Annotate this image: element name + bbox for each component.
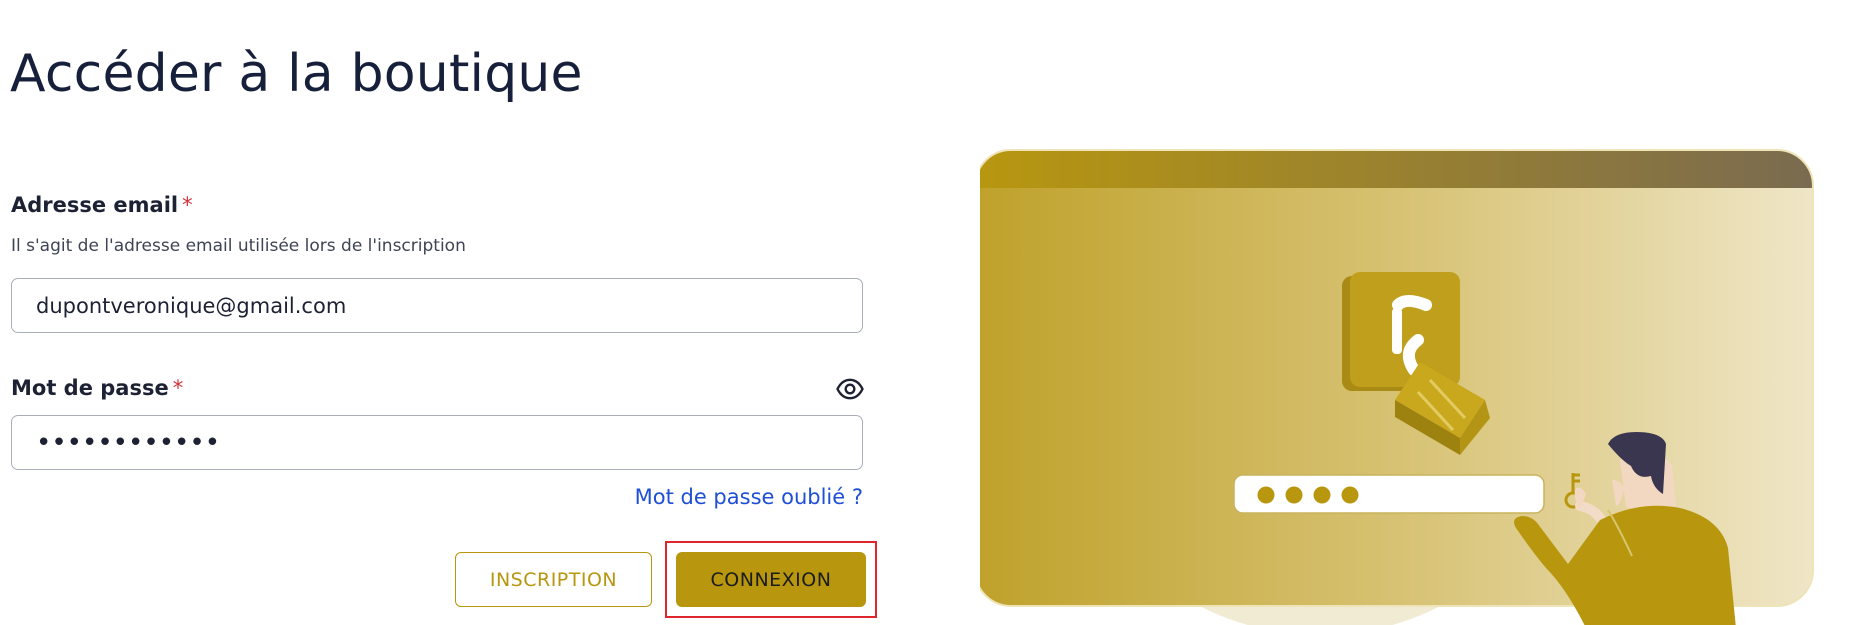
login-illustration [980, 149, 1814, 625]
page-title: Accéder à la boutique [10, 44, 583, 104]
email-label-text: Adresse email [11, 193, 179, 217]
login-page: Accéder à la boutique Adresse email * Il … [0, 0, 1859, 625]
password-label-text: Mot de passe [11, 376, 169, 400]
email-field[interactable]: dupontveronique@gmail.com [11, 278, 863, 333]
email-label: Adresse email * [11, 193, 193, 217]
email-required-mark: * [182, 193, 193, 217]
password-field[interactable]: •••••••••••• [11, 415, 863, 470]
password-label: Mot de passe * [11, 376, 183, 400]
password-field-illustration [1233, 474, 1545, 514]
password-required-mark: * [172, 376, 184, 400]
register-button[interactable]: INSCRIPTION [455, 552, 652, 607]
email-field-value: dupontveronique@gmail.com [36, 293, 347, 318]
email-hint: Il s'agit de l'adresse email utilisée lo… [11, 236, 466, 256]
eye-icon[interactable] [836, 378, 864, 400]
forgot-password-link[interactable]: Mot de passe oublié ? [635, 485, 863, 509]
password-field-value: •••••••••••• [36, 427, 221, 458]
login-button[interactable]: CONNEXION [676, 552, 866, 607]
panel-top-bar [980, 150, 1813, 188]
